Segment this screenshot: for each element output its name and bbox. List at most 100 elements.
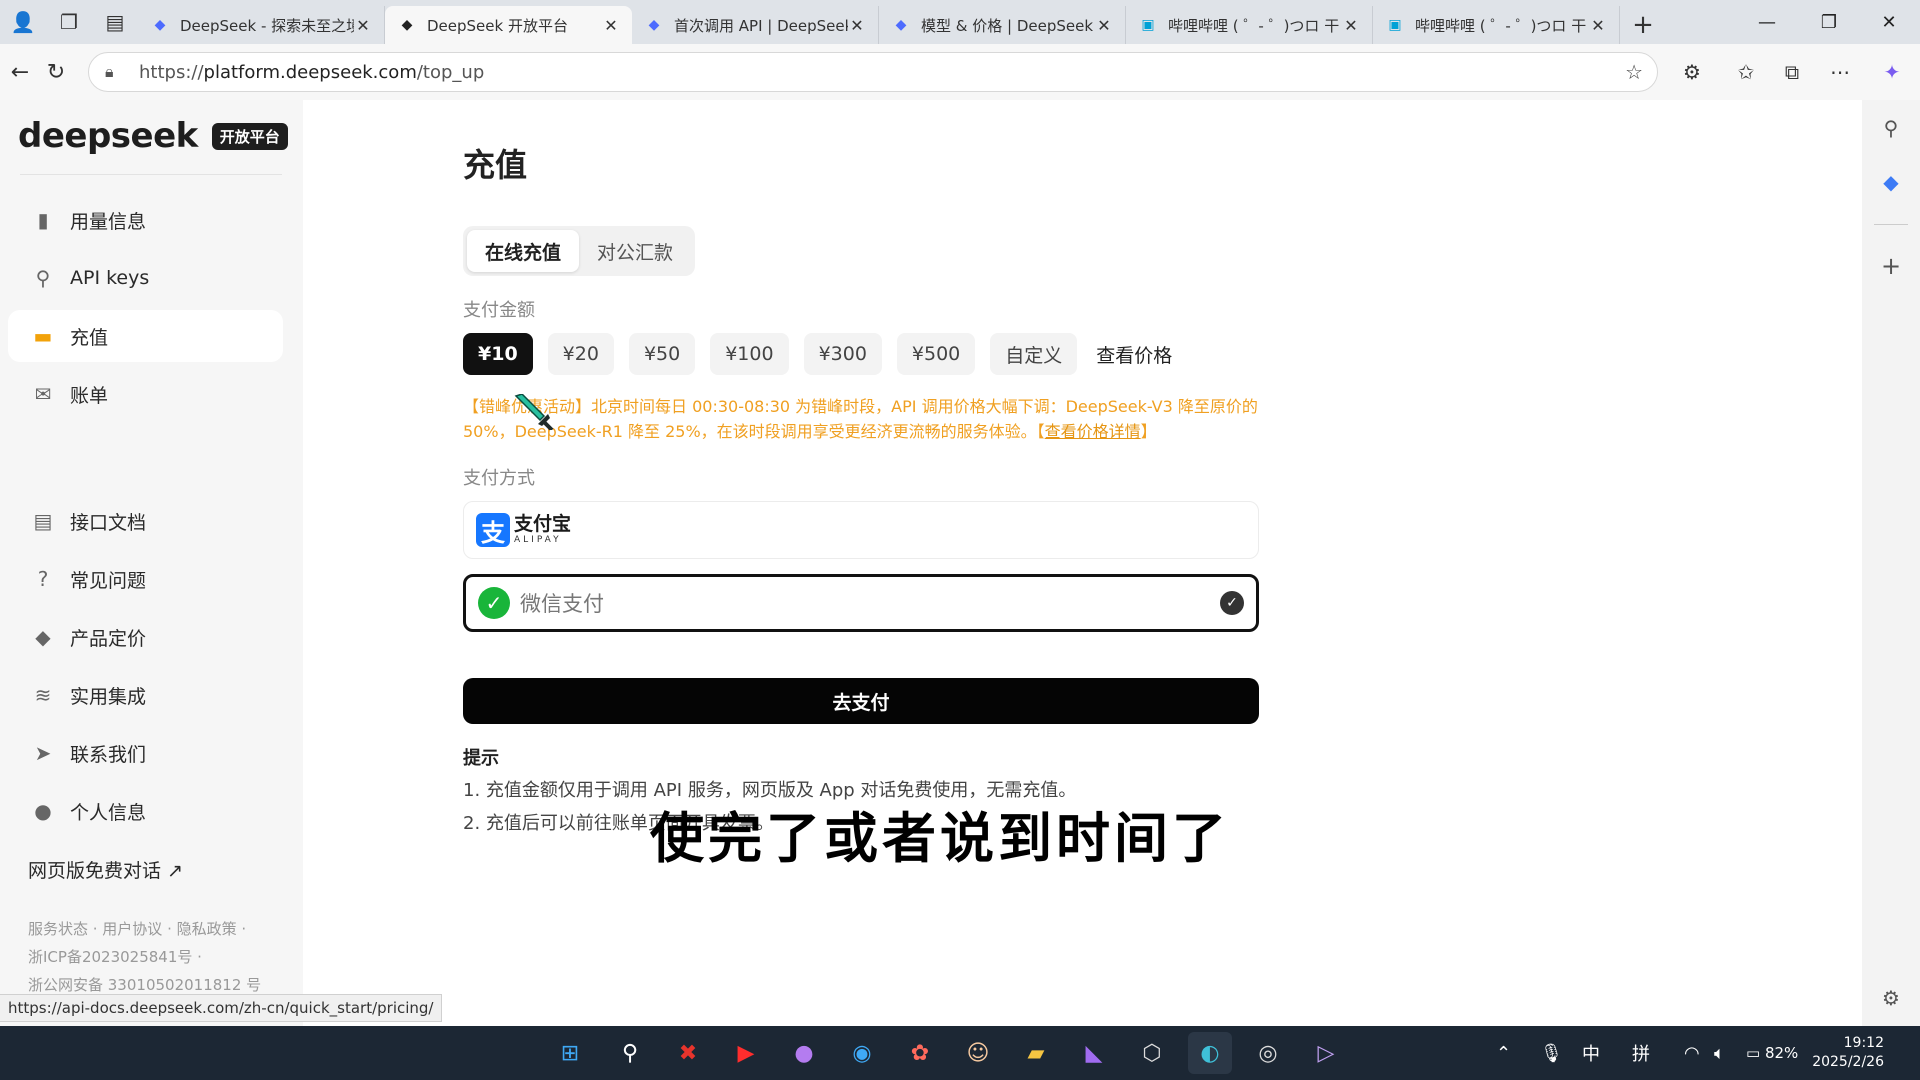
address-bar-row: ← ↻ 🔒︎ https://platform.deepseek.com/top… — [0, 44, 1920, 100]
restore-button[interactable]: ❐ — [1798, 0, 1860, 44]
xmind-icon[interactable]: ✖ — [666, 1032, 710, 1074]
sidebar-item-pricing[interactable]: ◆ 产品定价 — [8, 611, 283, 663]
url-input[interactable]: 🔒︎ https://platform.deepseek.com/top_up … — [88, 52, 1658, 92]
visual-studio-icon[interactable]: ◣ — [1072, 1032, 1116, 1074]
lock-icon[interactable]: 🔒︎ — [105, 62, 125, 82]
tab-models-pricing[interactable]: ◆ 模型 & 价格 | DeepSeek ✕ — [879, 6, 1126, 44]
obs-icon[interactable]: ◎ — [1246, 1032, 1290, 1074]
sidebar-item-bills[interactable]: ✉ 账单 — [8, 368, 283, 420]
close-icon[interactable]: ✕ — [354, 16, 372, 35]
amount-option-custom[interactable]: 自定义 — [990, 333, 1078, 375]
battery-indicator[interactable]: ▭ 82% — [1746, 1026, 1798, 1080]
search-icon[interactable]: ⚲ — [1862, 108, 1920, 148]
window-close-button[interactable]: ✕ — [1858, 0, 1920, 44]
sidebar-item-api-keys[interactable]: ⚲ API keys — [8, 252, 283, 304]
media-player-icon[interactable]: ▷ — [1304, 1032, 1348, 1074]
minimize-button[interactable]: — — [1736, 0, 1798, 44]
more-menu-icon[interactable]: ⋯ — [1820, 52, 1860, 92]
clock[interactable]: 19:12 2025/2/26 — [1812, 1034, 1884, 1072]
close-icon[interactable]: ✕ — [1095, 16, 1113, 35]
windows-start-icon[interactable]: ⊞ — [548, 1032, 592, 1074]
pinyin-indicator[interactable]: 拼 — [1632, 1026, 1650, 1080]
amount-option[interactable]: ¥10 — [463, 333, 533, 375]
tab-bilibili-2[interactable]: ▣ 哔哩哔哩 ( ゜- ゜)つロ 干 ✕ — [1373, 6, 1620, 44]
add-icon[interactable]: + — [1862, 246, 1920, 286]
close-icon[interactable]: ✕ — [848, 16, 866, 35]
amount-option[interactable]: ¥50 — [628, 333, 696, 375]
view-price-link[interactable]: 查看价格 — [1096, 341, 1172, 368]
wechat-pay-option[interactable]: ✓ 微信支付 ✓ — [463, 574, 1259, 632]
amount-option[interactable]: ¥100 — [710, 333, 789, 375]
search-icon: ⚲ — [35, 266, 51, 290]
favorites-icon[interactable]: ✩ — [1726, 52, 1766, 92]
amount-option[interactable]: ¥500 — [896, 333, 976, 375]
question-icon: ? — [37, 567, 49, 591]
extensions-icon[interactable]: ⚙ — [1672, 52, 1712, 92]
sidebar-item-faq[interactable]: ? 常见问题 — [8, 553, 283, 605]
favorite-star-icon[interactable]: ☆ — [1625, 60, 1643, 84]
cat-app-icon[interactable]: ● — [782, 1032, 826, 1074]
collections-icon[interactable]: ⧉ — [1772, 52, 1812, 92]
search-icon[interactable]: ⚲ — [608, 1032, 652, 1074]
alipay-logo-text: 支付宝 ALIPAY — [514, 515, 571, 545]
deepseek-icon: ◆ — [154, 17, 166, 33]
avatar-app-icon[interactable]: ☺ — [956, 1032, 1000, 1074]
url-host: platform.deepseek.com — [203, 61, 417, 83]
tray-overflow-icon[interactable]: ⌃ — [1496, 1026, 1511, 1080]
edge-browser-icon[interactable]: ◐ — [1188, 1032, 1232, 1074]
layers-icon: ≋ — [34, 683, 52, 707]
footer-icp[interactable]: 浙ICP备2023025841号 · — [28, 946, 202, 967]
tab-actions-icon[interactable]: ▤ — [92, 0, 138, 44]
workspaces-icon[interactable]: ❐ — [46, 0, 92, 44]
gear-icon[interactable]: ⚙ — [1862, 978, 1920, 1018]
pay-button[interactable]: 去支付 — [463, 678, 1259, 724]
price-details-link[interactable]: 查看价格详情 — [1045, 422, 1141, 441]
close-icon[interactable]: ✕ — [1342, 16, 1360, 35]
payment-type-tabs: 在线充值 对公汇款 — [463, 226, 696, 276]
sidebar-item-usage[interactable]: ▮ 用量信息 — [8, 194, 283, 246]
tab-first-api-call[interactable]: ◆ 首次调用 API | DeepSeek ✕ — [632, 6, 879, 44]
sidebar-item-contact[interactable]: ➤ 联系我们 — [8, 727, 283, 779]
footer-police[interactable]: 浙公网安备 33010502011812 号 — [28, 974, 261, 995]
sidebar-item-label: 产品定价 — [70, 627, 147, 650]
sidebar-item-label: 联系我们 — [70, 743, 147, 766]
footer-links[interactable]: 服务状态 · 用户协议 · 隐私政策 · — [28, 918, 246, 939]
tab-bilibili-1[interactable]: ▣ 哔哩哔哩 ( ゜- ゜)つロ 干 ✕ — [1126, 6, 1373, 44]
tab-bank-transfer[interactable]: 对公汇款 — [579, 230, 691, 272]
wifi-icon[interactable]: ◠ — [1684, 1026, 1700, 1080]
ime-indicator[interactable]: 中 — [1582, 1026, 1600, 1080]
tab-deepseek-platform[interactable]: ◆ DeepSeek 开放平台 ✕ — [385, 6, 632, 44]
feather-app-icon[interactable]: ◉ — [840, 1032, 884, 1074]
taskbar: ⊞ ⚲ ✖ ▶ ● ◉ ✿ ☺ ▰ ◣ ⬡ ◐ ◎ ▷ ⌃ 🎙︎ 中 拼 ◠ 🔈… — [0, 1026, 1920, 1080]
youtube-icon[interactable]: ▶ — [724, 1032, 768, 1074]
new-tab-button[interactable]: + — [1620, 6, 1666, 44]
amount-option[interactable]: ¥20 — [547, 333, 614, 375]
logo[interactable]: deepseek 开放平台 — [18, 116, 288, 156]
sidebar-item-label: 充值 — [70, 326, 109, 349]
bill-icon: ✉ — [34, 382, 52, 406]
amount-option[interactable]: ¥300 — [803, 333, 882, 375]
alipay-option[interactable]: 支 支付宝 ALIPAY — [463, 501, 1259, 559]
back-button[interactable]: ← — [0, 52, 40, 92]
profile-icon[interactable]: 👤 — [0, 0, 46, 44]
volume-icon[interactable]: 🔈︎ — [1714, 1026, 1725, 1080]
pink-app-icon[interactable]: ✿ — [898, 1032, 942, 1074]
sidebar-item-top-up[interactable]: ▬ 充值 — [8, 310, 283, 362]
tab-title: 哔哩哔哩 ( ゜- ゜)つロ 干 — [1168, 16, 1340, 35]
close-icon[interactable]: ✕ — [1589, 16, 1607, 35]
url-scheme: https:// — [139, 61, 204, 83]
notice-end: 】 — [1140, 422, 1157, 441]
close-icon[interactable]: ✕ — [602, 16, 620, 35]
price-tag-icon: ◆ — [35, 625, 51, 649]
document-icon: ▤ — [33, 509, 53, 533]
microphone-icon[interactable]: 🎙︎ — [1540, 1026, 1563, 1080]
sidebar-item-docs[interactable]: ▤ 接口文档 — [8, 495, 283, 547]
file-explorer-icon[interactable]: ▰ — [1014, 1032, 1058, 1074]
sidebar-item-integrations[interactable]: ≋ 实用集成 — [8, 669, 283, 721]
tab-deepseek-chat[interactable]: ◆ DeepSeek - 探索未至之境 ✕ — [138, 6, 385, 44]
copilot-icon[interactable]: ✦ — [1872, 52, 1912, 92]
refresh-button[interactable]: ↻ — [36, 52, 76, 92]
unity-icon[interactable]: ⬡ — [1130, 1032, 1174, 1074]
shopping-tag-icon[interactable]: ◆ — [1862, 162, 1920, 202]
tab-online-top-up[interactable]: 在线充值 — [467, 230, 580, 272]
